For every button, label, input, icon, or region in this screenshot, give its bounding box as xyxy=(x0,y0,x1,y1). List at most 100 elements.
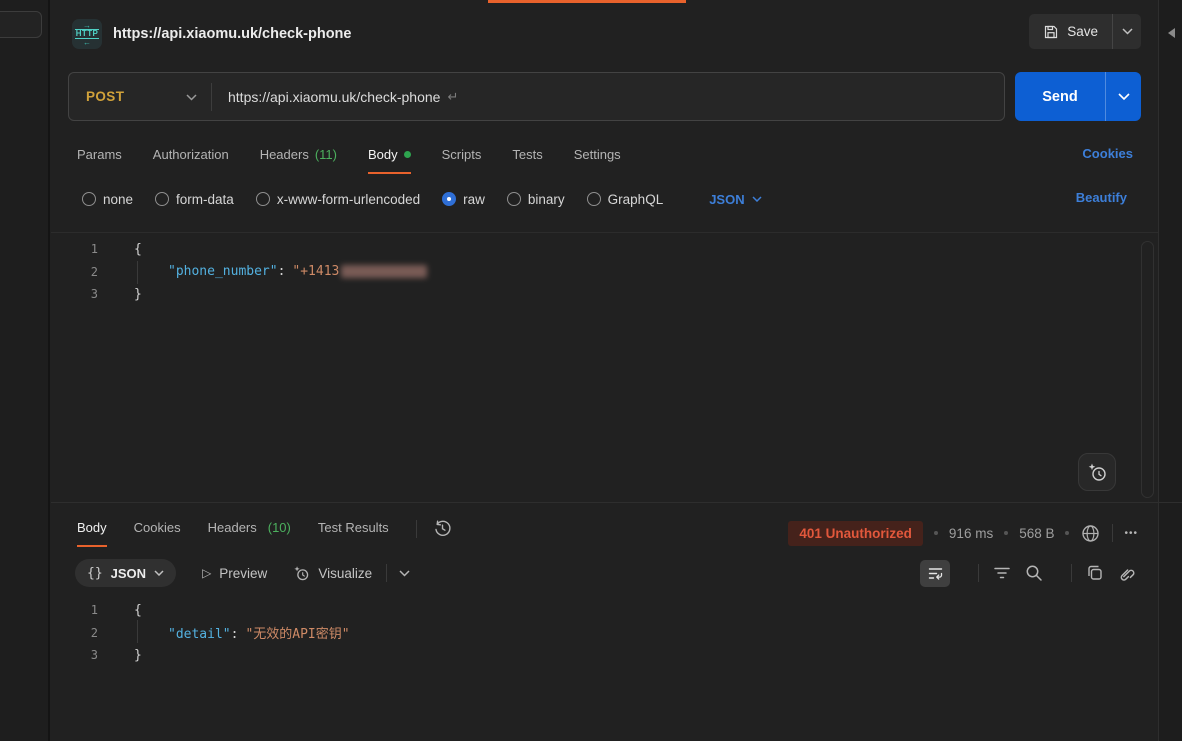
response-tab-headers[interactable]: Headers(10) xyxy=(208,510,291,547)
radio-binary[interactable]: binary xyxy=(507,192,565,207)
visualize-label: Visualize xyxy=(318,566,372,581)
cookies-link[interactable]: Cookies xyxy=(1082,146,1133,161)
url-divider xyxy=(211,83,212,111)
visualize-button[interactable]: Visualize xyxy=(293,565,372,582)
main-panel: → HTTP ← https://api.xiaomu.uk/check-pho… xyxy=(51,0,1158,741)
search-icon xyxy=(1025,564,1043,582)
url-input[interactable]: https://api.xiaomu.uk/check-phone xyxy=(228,89,440,105)
radio-label: raw xyxy=(463,192,485,207)
headers-count: (10) xyxy=(268,520,291,535)
save-label: Save xyxy=(1067,24,1098,39)
link-button[interactable] xyxy=(1118,564,1137,583)
globe-icon xyxy=(1080,523,1101,544)
sidebar-stub-box[interactable] xyxy=(0,11,42,38)
save-options-button[interactable] xyxy=(1112,14,1141,49)
response-format-dropdown[interactable]: {} JSON xyxy=(75,559,176,587)
chevron-down-icon xyxy=(186,88,197,106)
send-button[interactable]: Send xyxy=(1015,72,1105,121)
history-clock-icon xyxy=(433,519,452,538)
radio-icon xyxy=(256,192,270,206)
left-sidebar-sliver xyxy=(0,0,50,741)
tab-headers[interactable]: Headers(11) xyxy=(260,138,337,174)
line-number: 1 xyxy=(51,242,98,256)
colon: : xyxy=(231,627,239,642)
radio-label: binary xyxy=(528,192,565,207)
status-badge[interactable]: 401 Unauthorized xyxy=(788,521,923,546)
dot-separator xyxy=(934,531,938,535)
active-tab-indicator xyxy=(488,0,686,3)
json-key: "phone_number" xyxy=(168,264,278,279)
editor-scrollbar[interactable] xyxy=(1141,241,1154,498)
format-collapse-button[interactable] xyxy=(399,570,410,577)
modified-dot-icon xyxy=(404,151,411,158)
open-brace: { xyxy=(134,603,142,618)
save-button[interactable]: Save xyxy=(1029,14,1112,49)
tab-scripts[interactable]: Scripts xyxy=(442,138,482,174)
response-tab-body[interactable]: Body xyxy=(77,510,107,547)
separator xyxy=(978,564,979,582)
format-dropdown[interactable]: JSON xyxy=(709,192,761,207)
radio-raw[interactable]: raw xyxy=(442,192,485,207)
radio-label: x-www-form-urlencoded xyxy=(277,192,420,207)
radio-graphql[interactable]: GraphQL xyxy=(587,192,664,207)
radio-label: none xyxy=(103,192,133,207)
http-request-icon: → HTTP ← xyxy=(72,19,102,49)
postbot-sparkle-icon xyxy=(1087,462,1108,483)
response-section: Body Cookies Headers(10) Test Results 40… xyxy=(51,502,1158,741)
postbot-button[interactable] xyxy=(1078,453,1116,491)
chevron-down-icon xyxy=(1118,93,1130,101)
code-line-3: 3 } xyxy=(51,283,1158,306)
save-icon xyxy=(1043,24,1059,40)
tab-label: Test Results xyxy=(318,520,389,535)
tab-label: Tests xyxy=(512,147,542,162)
search-button[interactable] xyxy=(1025,564,1043,582)
send-options-button[interactable] xyxy=(1105,72,1141,121)
tab-params[interactable]: Params xyxy=(77,138,122,174)
response-tab-test-results[interactable]: Test Results xyxy=(318,510,389,547)
code-line-2: 2 "detail":"无效的API密钥" xyxy=(51,622,1158,645)
network-info-button[interactable] xyxy=(1080,523,1101,544)
radio-none[interactable]: none xyxy=(82,192,133,207)
copy-button[interactable] xyxy=(1086,564,1104,582)
json-key: "detail" xyxy=(168,627,231,642)
radio-label: GraphQL xyxy=(608,192,664,207)
request-body-editor[interactable]: 1 { 2 "phone_number":"+1413 3 } xyxy=(51,232,1158,501)
indent-guide xyxy=(137,620,138,643)
method-selector[interactable]: POST xyxy=(69,73,211,120)
more-options-button[interactable]: ••• xyxy=(1124,528,1138,539)
return-key-icon: ↵ xyxy=(447,89,458,105)
response-toolbar: {} JSON ▷ Preview Visualize xyxy=(51,557,1158,589)
tab-tests[interactable]: Tests xyxy=(512,138,542,174)
radio-form-data[interactable]: form-data xyxy=(155,192,234,207)
tab-settings[interactable]: Settings xyxy=(574,138,621,174)
tab-label: Authorization xyxy=(153,147,229,162)
url-box: POST https://api.xiaomu.uk/check-phone ↵ xyxy=(68,72,1005,121)
preview-button[interactable]: ▷ Preview xyxy=(202,566,267,581)
chevron-down-icon xyxy=(1122,28,1133,35)
response-tab-cookies[interactable]: Cookies xyxy=(134,510,181,547)
line-number: 3 xyxy=(51,287,98,301)
request-tabs: Params Authorization Headers(11) Body Sc… xyxy=(51,138,1158,174)
beautify-link[interactable]: Beautify xyxy=(1076,190,1127,205)
response-time[interactable]: 916 ms xyxy=(949,526,993,541)
filter-button[interactable] xyxy=(993,565,1011,581)
response-history-button[interactable] xyxy=(433,519,452,538)
copy-icon xyxy=(1086,564,1104,582)
code-line-3: 3 } xyxy=(51,644,1158,667)
wrap-text-button[interactable] xyxy=(920,560,950,587)
collapse-panel-arrow-icon[interactable] xyxy=(1168,28,1175,38)
radio-x-www-form-urlencoded[interactable]: x-www-form-urlencoded xyxy=(256,192,420,207)
close-brace: } xyxy=(134,648,142,663)
right-sliver-divider xyxy=(1159,502,1182,503)
tab-authorization[interactable]: Authorization xyxy=(153,138,229,174)
separator xyxy=(1071,564,1072,582)
radio-icon xyxy=(507,192,521,206)
braces-icon: {} xyxy=(87,566,103,581)
response-body-editor[interactable]: 1 { 2 "detail":"无效的API密钥" 3 } xyxy=(51,599,1158,667)
tab-body[interactable]: Body xyxy=(368,138,411,174)
app-window: → HTTP ← https://api.xiaomu.uk/check-pho… xyxy=(0,0,1182,741)
code-line-1: 1 { xyxy=(51,238,1158,261)
dot-separator xyxy=(1065,531,1069,535)
response-size[interactable]: 568 B xyxy=(1019,526,1054,541)
tab-label: Headers xyxy=(260,147,309,162)
